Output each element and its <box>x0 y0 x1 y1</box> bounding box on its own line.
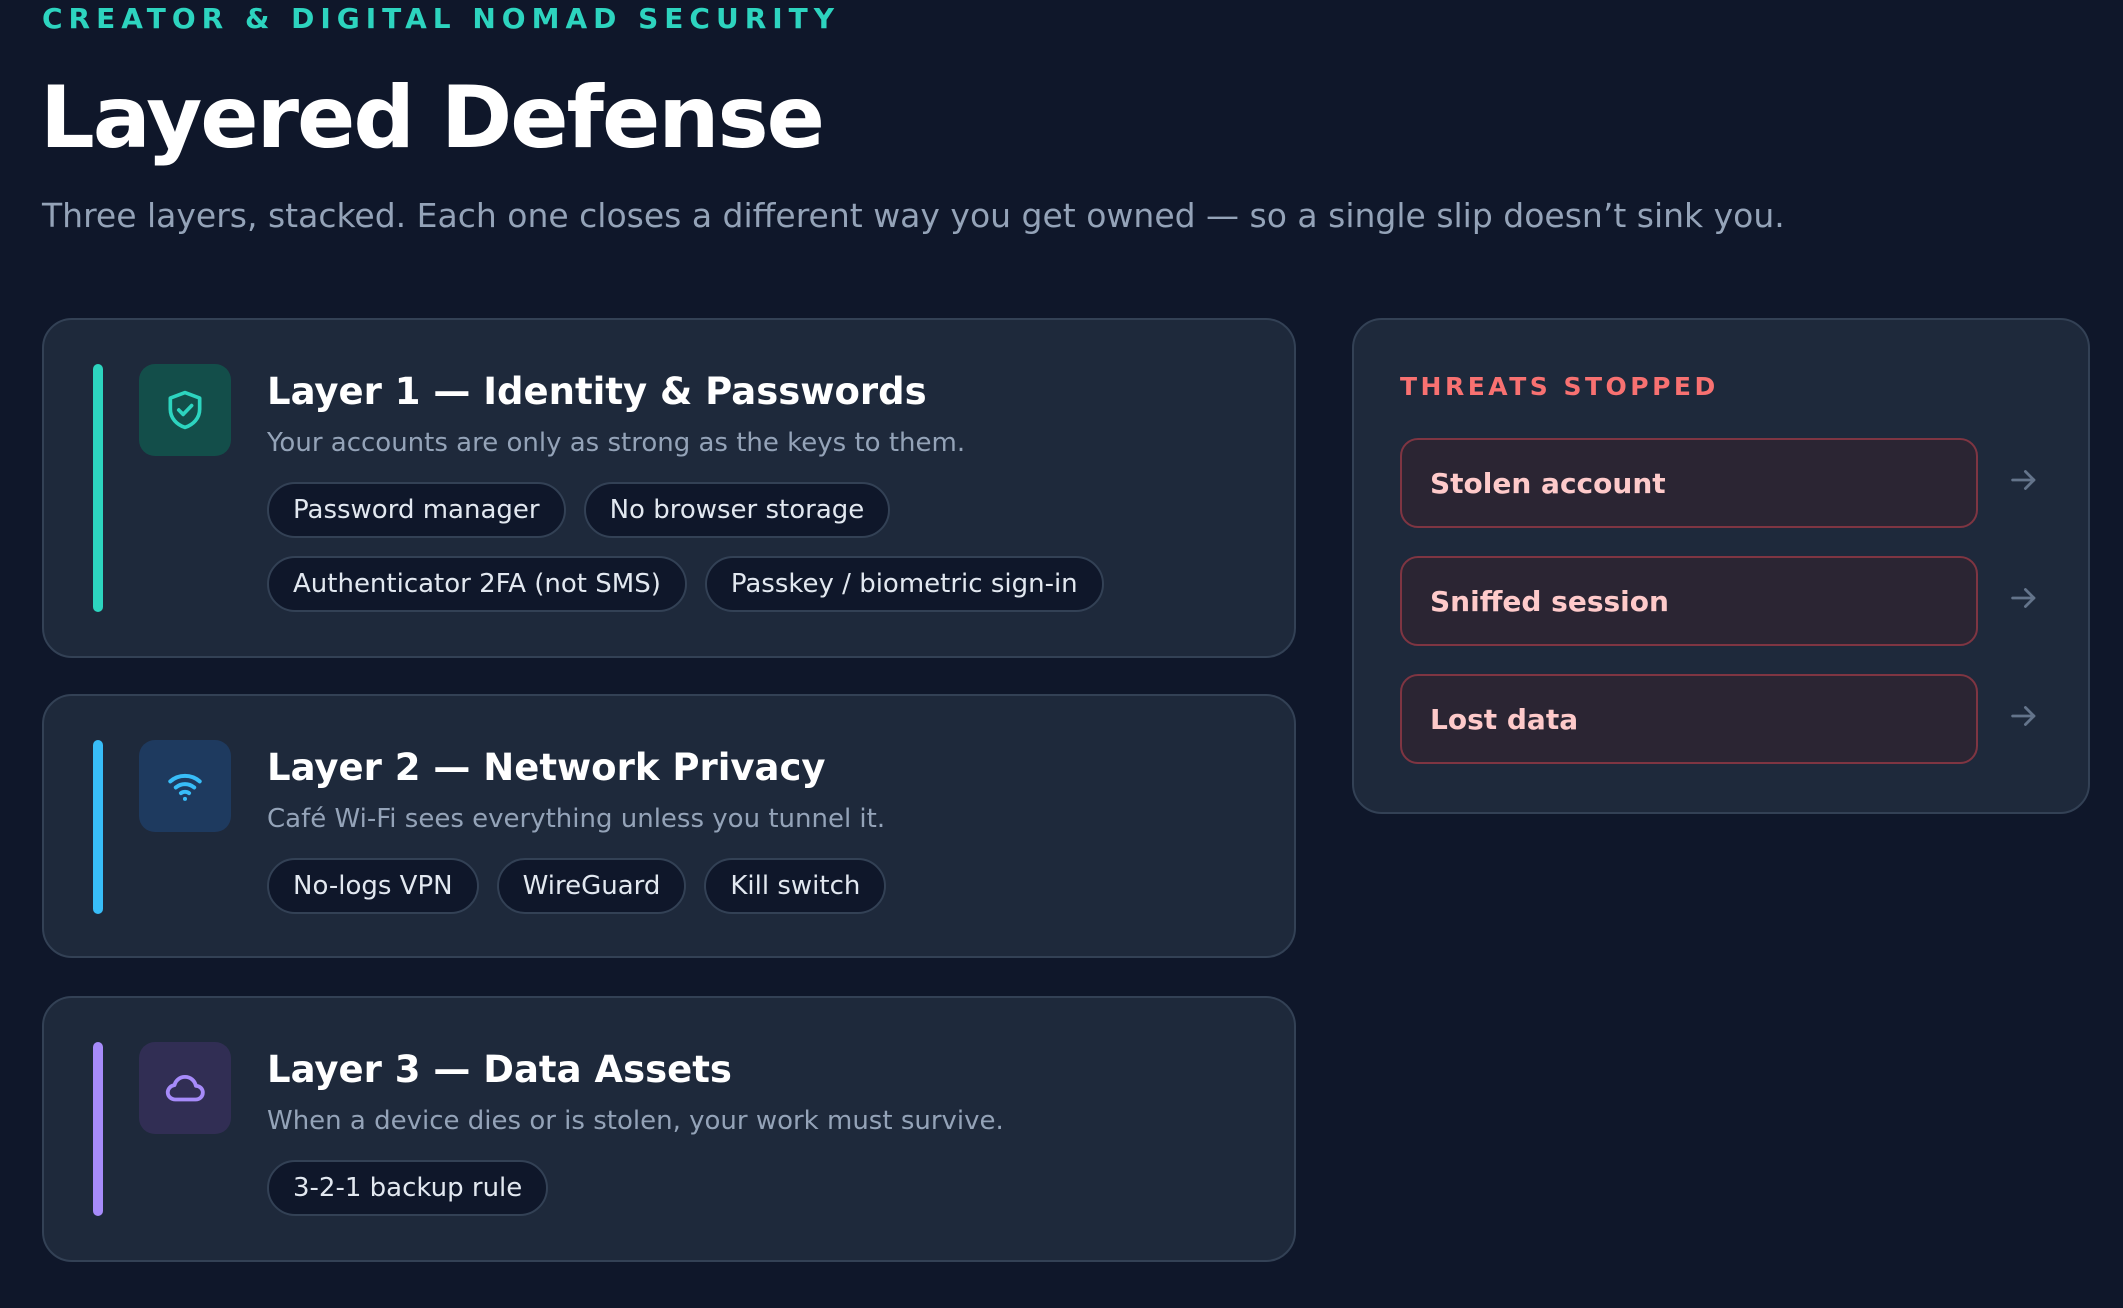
wifi-icon <box>139 740 231 832</box>
tag-chip[interactable]: No-logs VPN <box>267 858 479 914</box>
tag-chip[interactable]: Kill switch <box>704 858 887 914</box>
layer-title: Layer 2 — Network Privacy <box>267 746 826 789</box>
layer-accent-bar <box>93 740 103 914</box>
layer-description: Café Wi-Fi sees everything unless you tu… <box>267 804 886 834</box>
tag-chip[interactable]: 3-2-1 backup rule <box>267 1160 549 1216</box>
page-subtitle: Three layers, stacked. Each one closes a… <box>42 196 1785 235</box>
threats-label: THREATS STOPPED <box>1400 372 1719 401</box>
layer-card-network: Layer 2 — Network Privacy Café Wi-Fi see… <box>42 694 1296 958</box>
layer-accent-bar <box>93 1042 103 1216</box>
tag-chip[interactable]: Passkey / biometric sign-in <box>704 556 1104 612</box>
page: CREATOR & DIGITAL NOMAD SECURITY Layered… <box>0 0 2123 1308</box>
layer-tags: Password manager No browser storage Auth… <box>267 482 1267 612</box>
layer-tags: No-logs VPN WireGuard Kill switch <box>267 858 1267 914</box>
layer-card-identity: Layer 1 — Identity & Passwords Your acco… <box>42 318 1296 658</box>
layer-tags: 3-2-1 backup rule <box>267 1160 1267 1216</box>
page-title: Layered Defense <box>40 68 825 168</box>
cloud-icon <box>139 1042 231 1134</box>
threat-item[interactable]: Lost data <box>1400 674 1978 764</box>
tag-chip[interactable]: WireGuard <box>496 858 687 914</box>
threat-item[interactable]: Stolen account <box>1400 438 1978 528</box>
layer-accent-bar <box>93 364 103 612</box>
page-eyebrow: CREATOR & DIGITAL NOMAD SECURITY <box>42 2 841 35</box>
layer-card-data: Layer 3 — Data Assets When a device dies… <box>42 996 1296 1262</box>
layer-title: Layer 1 — Identity & Passwords <box>267 370 927 413</box>
threat-item[interactable]: Sniffed session <box>1400 556 1978 646</box>
tag-chip[interactable]: No browser storage <box>583 482 891 538</box>
arrow-right-icon <box>2006 462 2042 498</box>
layer-title: Layer 3 — Data Assets <box>267 1048 732 1091</box>
arrow-right-icon <box>2006 580 2042 616</box>
shield-check-icon <box>139 364 231 456</box>
arrow-right-icon <box>2006 698 2042 734</box>
layer-description: Your accounts are only as strong as the … <box>267 428 966 458</box>
tag-chip[interactable]: Password manager <box>267 482 566 538</box>
layer-description: When a device dies or is stolen, your wo… <box>267 1106 1004 1136</box>
tag-chip[interactable]: Authenticator 2FA (not SMS) <box>267 556 687 612</box>
threats-card: THREATS STOPPED Stolen account Sniffed s… <box>1352 318 2090 814</box>
